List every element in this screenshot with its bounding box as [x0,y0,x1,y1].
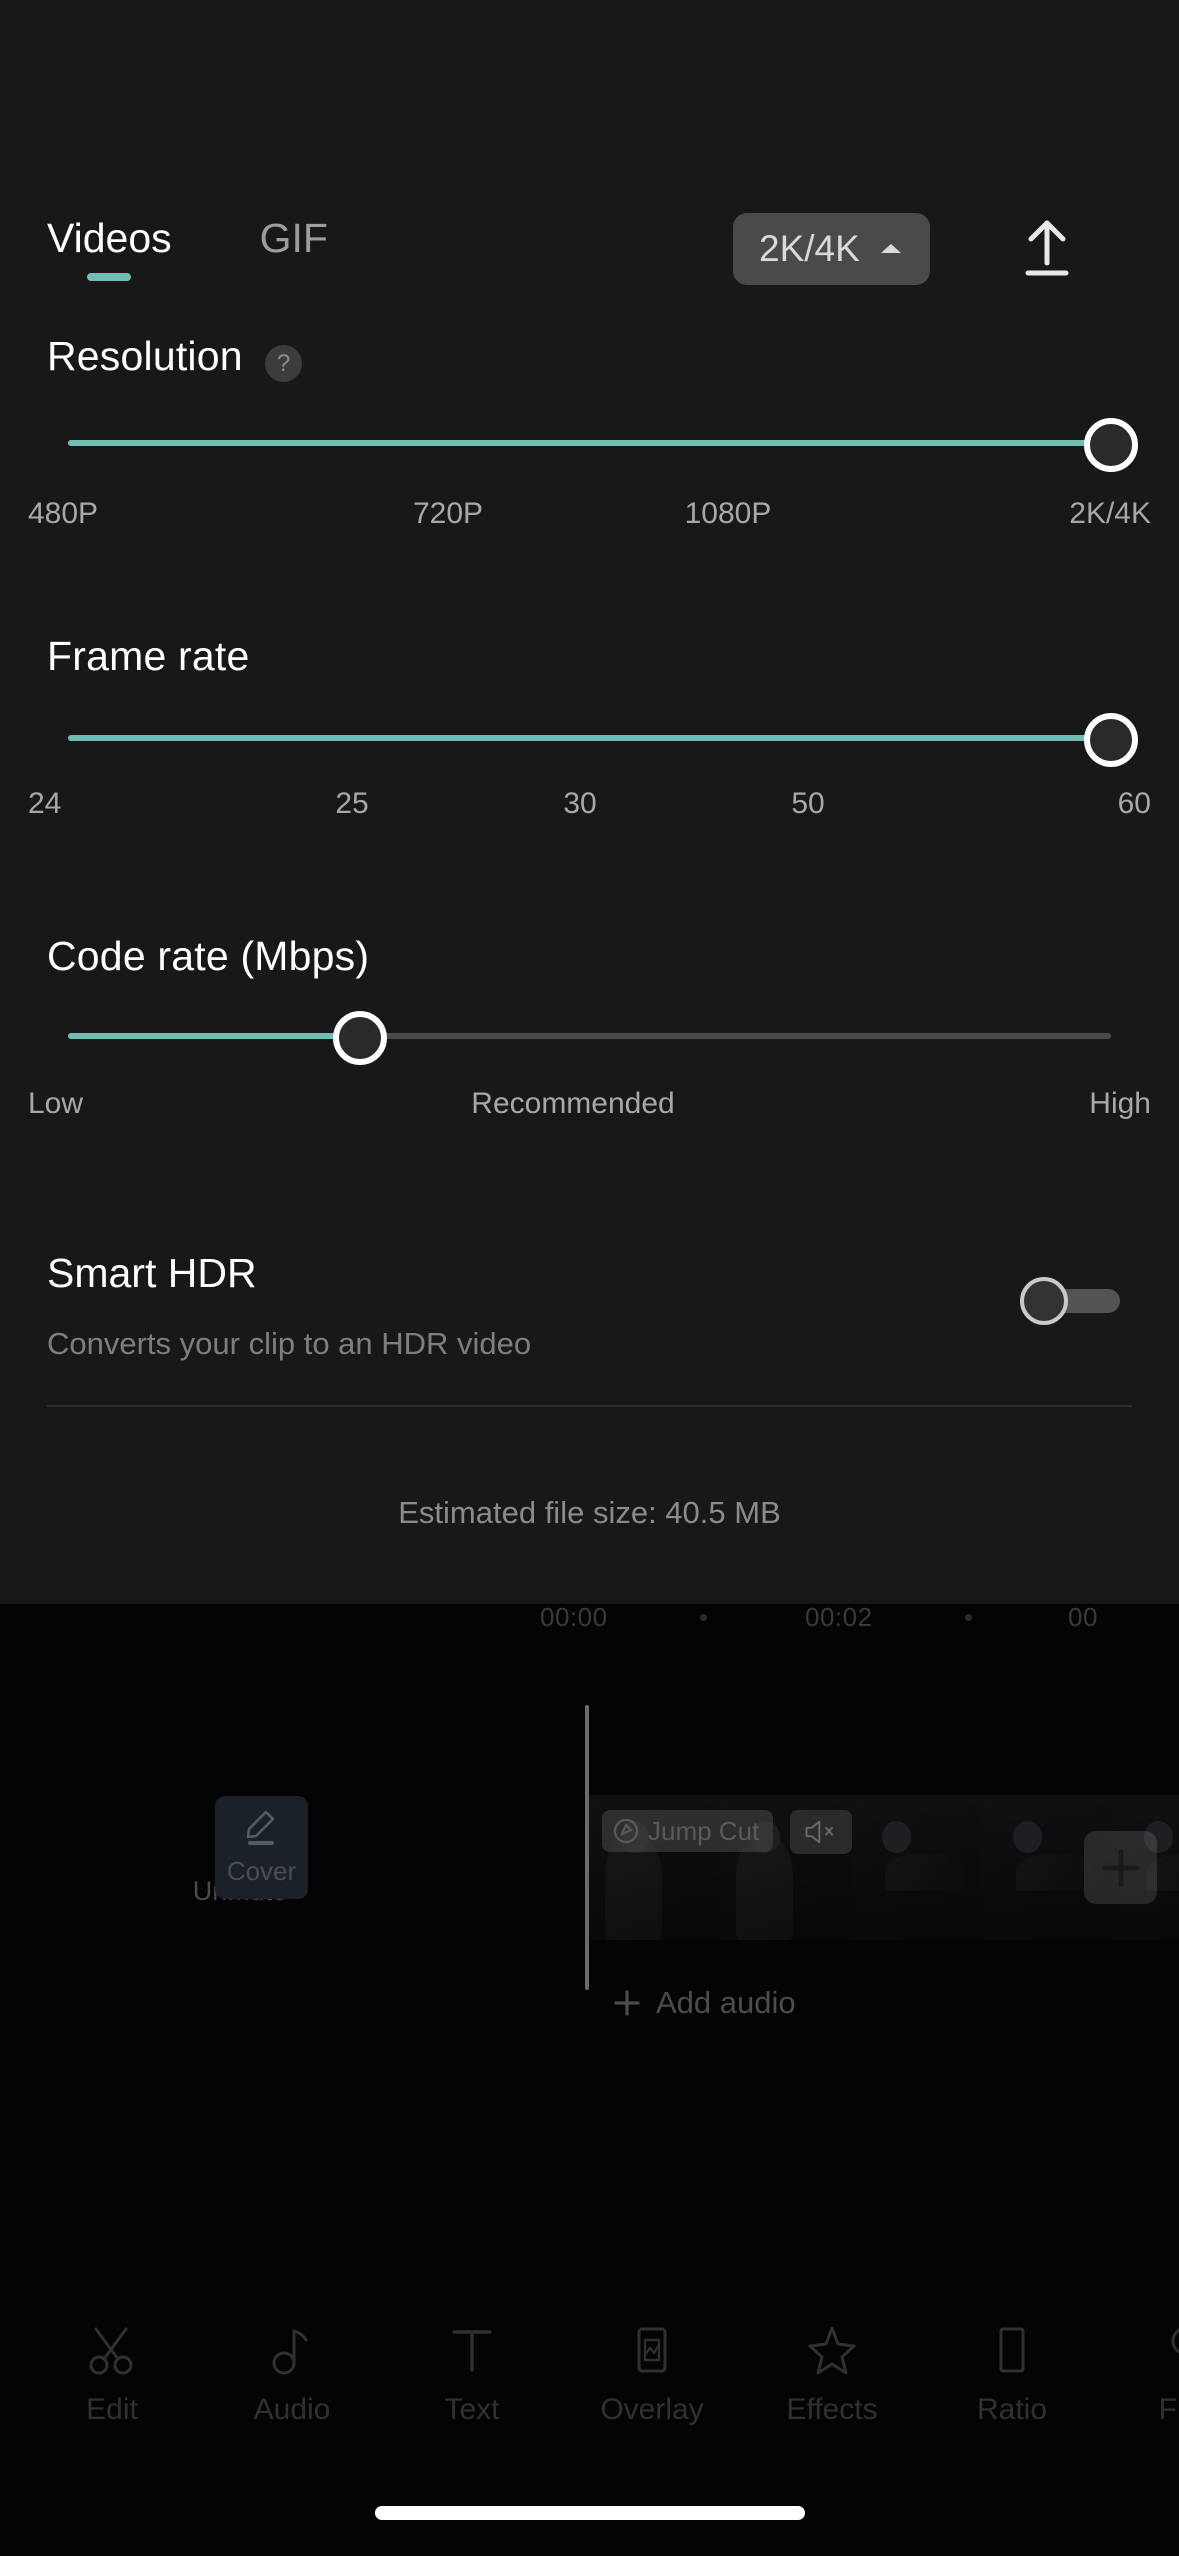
tick-label: Low [28,1087,84,1120]
toolbar-label: Edit [86,2393,138,2426]
circles-overlap-icon [1171,2328,1179,2354]
slider-thumb[interactable] [1084,418,1138,472]
toolbar-item-filter[interactable]: Filter [1102,2323,1179,2427]
speed-icon [613,1818,639,1844]
toolbar-label: Filter [1158,2393,1179,2426]
jump-cut-badge[interactable]: Jump Cut [602,1810,774,1852]
quality-preset-dropdown[interactable]: 2K/4K [733,213,930,285]
code-rate-slider[interactable] [68,1011,1111,1065]
ruler-dot [965,1614,972,1621]
ruler-dot [700,1614,707,1621]
frame-rate-title: Frame rate [47,633,250,679]
cover-label: Cover [226,1856,297,1886]
speaker-muted-icon [805,1820,833,1844]
tick-label: 30 [563,787,597,820]
tab-gif[interactable]: GIF [260,215,328,262]
toolbar-label: Text [444,2393,500,2426]
tab-active-underline [87,273,132,281]
add-audio-button[interactable]: Add audio [612,1985,796,2021]
toolbar-label: Effects [786,2393,878,2426]
slider-thumb[interactable] [1084,713,1138,767]
export-settings-sheet: Videos GIF 2K/4K Resolution ? 480P 720P … [0,0,1179,1604]
clip-mute-badge[interactable] [790,1810,852,1854]
tick-label: Recommended [471,1087,675,1120]
bottom-toolbar: Edit Audio Text Overlay Effects Ratio F [0,2300,1179,2450]
add-clip-button[interactable] [1084,1831,1157,1904]
tick-label: 60 [1117,787,1151,820]
tab-videos[interactable]: Videos [47,215,172,281]
tick-label: 25 [335,787,369,820]
tick-label: 2K/4K [1069,497,1151,530]
frame-rate-tick-labels: 24 25 30 50 60 [28,787,1151,821]
app-screen: 00:00 00:02 00 Unmute Cover [0,0,1179,2556]
toolbar-label: Ratio [976,2393,1048,2426]
timeline-ruler[interactable]: 00:00 00:02 00 [0,1596,1179,1656]
scissors-icon [89,2327,133,2375]
chevron-up-icon [880,244,901,253]
timeline-left-tools: Unmute Cover [0,1796,585,2000]
cover-button[interactable]: Cover [215,1796,308,1899]
tick-label: High [1089,1087,1151,1120]
slider-fill [68,440,1111,446]
plus-icon [614,1990,640,2016]
toolbar-item-overlay[interactable]: Overlay [562,2323,742,2427]
overlay-icon [637,2327,667,2373]
toolbar-label: Audio [253,2393,331,2426]
upload-icon[interactable] [1012,215,1082,285]
star-sparkle-icon [808,2326,856,2375]
resolution-help-icon[interactable]: ? [265,345,302,382]
tick-label: 480P [28,497,99,530]
pen-icon [246,1810,274,1845]
ruler-tick: 00 [1068,1602,1098,1632]
resolution-slider[interactable] [68,418,1138,472]
text-t-icon [452,2330,492,2372]
tick-label: 720P [412,497,484,530]
tab-gif-label: GIF [259,215,328,261]
plus-icon [1102,1849,1139,1886]
add-audio-label: Add audio [656,1985,796,2020]
toolbar-item-effects[interactable]: Effects [742,2323,922,2427]
resolution-tick-labels: 480P 720P 1080P 2K/4K [28,497,1151,531]
music-note-icon [272,2328,308,2375]
home-indicator [374,2506,805,2520]
tick-label: 50 [791,787,825,820]
slider-fill [68,735,1111,741]
clip-thumbnail[interactable] [851,1795,982,1940]
tick-label: 1080P [684,497,772,530]
slider-thumb[interactable] [333,1011,388,1065]
rectangle-icon [999,2327,1025,2373]
smart-hdr-toggle[interactable] [1020,1277,1120,1325]
quality-preset-label: 2K/4K [759,228,860,269]
toggle-knob [1020,1277,1068,1325]
code-rate-tick-labels: Low Recommended High [28,1087,1151,1121]
tick-label: 24 [28,787,62,820]
toolbar-item-ratio[interactable]: Ratio [922,2323,1102,2427]
jump-cut-label: Jump Cut [648,1815,760,1846]
smart-hdr-subtitle: Converts your clip to an HDR video [47,1326,532,1361]
sheet-divider [47,1405,1132,1407]
toolbar-label: Overlay [600,2393,704,2426]
code-rate-title: Code rate (Mbps) [47,933,370,979]
ruler-tick: 00:02 [805,1602,873,1632]
sheet-tabs: Videos GIF [47,215,328,281]
resolution-title: Resolution [47,333,243,379]
toolbar-item-text[interactable]: Text [382,2323,562,2427]
frame-rate-slider[interactable] [68,713,1138,767]
estimated-file-size: Estimated file size: 40.5 MB [398,1495,781,1530]
smart-hdr-title: Smart HDR [47,1250,257,1296]
ruler-tick: 00:00 [540,1602,608,1632]
toolbar-item-edit[interactable]: Edit [22,2323,202,2427]
slider-fill [68,1033,361,1039]
tab-videos-label: Videos [47,215,172,261]
toolbar-item-audio[interactable]: Audio [202,2323,382,2427]
